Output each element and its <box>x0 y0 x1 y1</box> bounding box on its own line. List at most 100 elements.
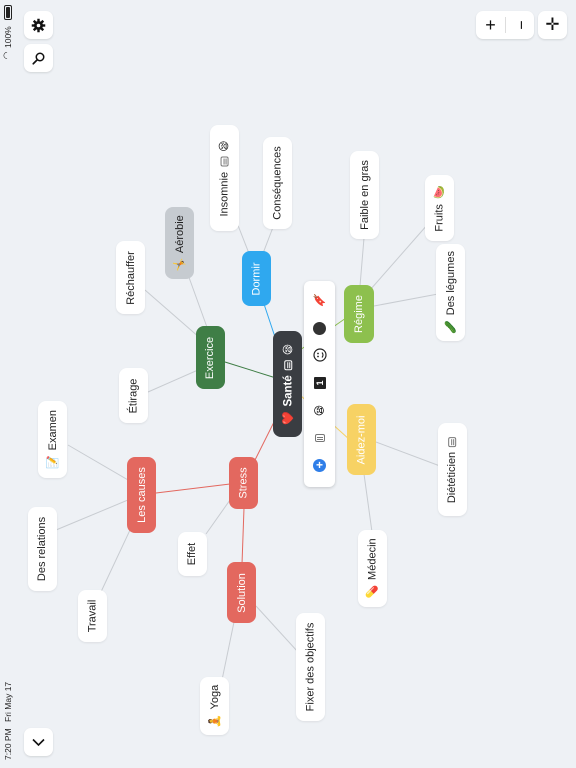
add-icon: + <box>313 458 326 472</box>
note-icon <box>314 434 325 442</box>
link-regime-faible <box>359 237 365 287</box>
node-faible-en-gras[interactable]: Faible en gras <box>350 151 379 239</box>
zoom-divider <box>505 17 506 33</box>
node-exercice[interactable]: Exercice <box>196 326 225 389</box>
node-fixer-des-objectifs[interactable]: Fixer des objectifs <box>296 613 325 721</box>
face-sticker-button[interactable]: 😪 <box>304 399 335 421</box>
node-des-legumes-label: Des légumes <box>444 251 457 316</box>
node-insomnie-label: Insomnie <box>218 171 231 217</box>
node-sante-label: Santé <box>281 374 294 407</box>
status-date: Fri May 17 <box>3 681 13 722</box>
link-stress-effet <box>205 499 231 535</box>
node-etirage-label: Étirage <box>127 378 140 413</box>
link-exercice-rechauffer <box>144 289 201 339</box>
sticker-icon: 🔖 <box>312 294 327 307</box>
yoga-icon: 🧘 <box>209 713 222 728</box>
color-button[interactable] <box>304 317 335 339</box>
search-icon <box>32 52 45 65</box>
link-solution-yoga <box>221 621 235 681</box>
note-button[interactable] <box>304 427 335 449</box>
numbering-icon: 1 <box>313 377 326 389</box>
wifi-icon: ◠ <box>1 51 12 60</box>
node-travail[interactable]: Travail <box>78 590 107 642</box>
node-examen[interactable]: 📝 Examen <box>38 401 67 478</box>
node-regime-label: Régime <box>353 295 365 333</box>
node-fruits-label: Fruits <box>433 203 446 232</box>
search-button[interactable] <box>24 44 53 72</box>
aerobics-icon: 🤸 <box>174 257 186 272</box>
numbering-button[interactable]: 1 <box>304 372 335 394</box>
node-yoga-label: Yoga <box>208 684 221 709</box>
node-stress-label: Stress <box>237 467 250 499</box>
link-solution-fixer <box>255 605 299 653</box>
link-regime-legumes <box>373 293 439 307</box>
node-des-relations[interactable]: Des relations <box>28 507 57 591</box>
face-icon: 😪 <box>282 343 294 355</box>
link-stress-causes <box>155 483 231 494</box>
settings-button[interactable] <box>24 11 53 39</box>
status-bar: 100% ◠ 7:20 PM Fri May 17 <box>0 0 16 768</box>
sticker-button[interactable]: 🔖 <box>304 289 335 311</box>
link-causes-relations <box>55 499 129 531</box>
status-time: 7:20 PM <box>3 728 13 760</box>
face-icon: 😪 <box>314 404 326 416</box>
node-aidez-moi[interactable]: Aidez-moi <box>347 404 376 475</box>
node-solution[interactable]: Solution <box>227 562 256 623</box>
crosshair-icon: ✛ <box>545 15 560 34</box>
sleepy-face-icon: 😪 <box>219 139 232 152</box>
emoji-icon <box>312 348 327 362</box>
node-des-relations-label: Des relations <box>36 516 49 582</box>
zoom-out-button[interactable]: − <box>511 11 529 39</box>
node-les-causes-label: Les causes <box>135 467 148 523</box>
note-icon <box>448 436 457 447</box>
zoom-in-button[interactable]: + <box>476 15 505 36</box>
node-faible-en-gras-label: Faible en gras <box>358 160 371 230</box>
node-fixer-label: Fixer des objectifs <box>304 622 317 712</box>
node-solution-label: Solution <box>235 572 248 613</box>
node-dormir[interactable]: Dormir <box>242 251 271 306</box>
link-causes-travail <box>99 529 131 595</box>
node-les-causes[interactable]: Les causes <box>127 457 156 533</box>
node-effet[interactable]: Effet <box>178 532 207 576</box>
node-aerobie[interactable]: 🤸 Aérobie <box>165 207 194 279</box>
node-medecin-label: Médecin <box>366 538 379 580</box>
node-examen-label: Examen <box>46 409 59 451</box>
node-etirage[interactable]: Étirage <box>119 368 148 423</box>
node-rechauffer-label: Réchauffer <box>124 250 137 305</box>
node-des-legumes[interactable]: 🥒 Des légumes <box>436 244 465 341</box>
link-aidez-dieteticien <box>375 441 441 467</box>
node-dieteticien[interactable]: Diététicien <box>438 423 467 516</box>
node-stress[interactable]: Stress <box>229 457 258 509</box>
node-toolbar: 🔖 1 😪 + <box>304 281 335 487</box>
battery-icon <box>4 5 12 20</box>
color-dot-icon <box>313 321 326 335</box>
note-icon <box>283 359 292 370</box>
pill-icon: 💊 <box>367 584 379 599</box>
gear-icon <box>31 18 46 32</box>
emoji-button[interactable] <box>304 344 335 366</box>
node-exercice-label: Exercice <box>204 336 217 379</box>
link-aidez-medecin <box>363 473 373 533</box>
chevron-down-icon <box>32 738 45 746</box>
collapse-button[interactable] <box>24 728 53 756</box>
node-regime[interactable]: Régime <box>344 285 374 343</box>
node-fruits[interactable]: Fruits 🍉 <box>425 175 454 241</box>
node-travail-label: Travail <box>86 599 99 633</box>
zoom-controls: + − <box>476 11 534 39</box>
node-consequences[interactable]: Conséquences <box>263 137 292 229</box>
battery-percent: 100% <box>3 26 13 48</box>
add-child-button[interactable]: + <box>304 454 335 476</box>
cucumber-icon: 🥒 <box>445 320 457 334</box>
link-exercice-etirage <box>147 369 199 393</box>
watermelon-icon: 🍉 <box>434 184 447 199</box>
node-rechauffer[interactable]: Réchauffer <box>116 241 145 314</box>
node-insomnie[interactable]: Insomnie 😪 <box>210 125 239 231</box>
node-yoga[interactable]: 🧘 Yoga <box>200 677 229 735</box>
node-sante[interactable]: ❤️ Santé 😪 <box>273 331 302 437</box>
node-consequences-label: Conséquences <box>271 146 284 220</box>
node-medecin[interactable]: 💊 Médecin <box>358 530 387 607</box>
node-effet-label: Effet <box>186 542 199 566</box>
memo-icon: 📝 <box>47 455 59 470</box>
heart-icon: ❤️ <box>282 411 294 425</box>
center-view-button[interactable]: ✛ <box>538 11 567 39</box>
